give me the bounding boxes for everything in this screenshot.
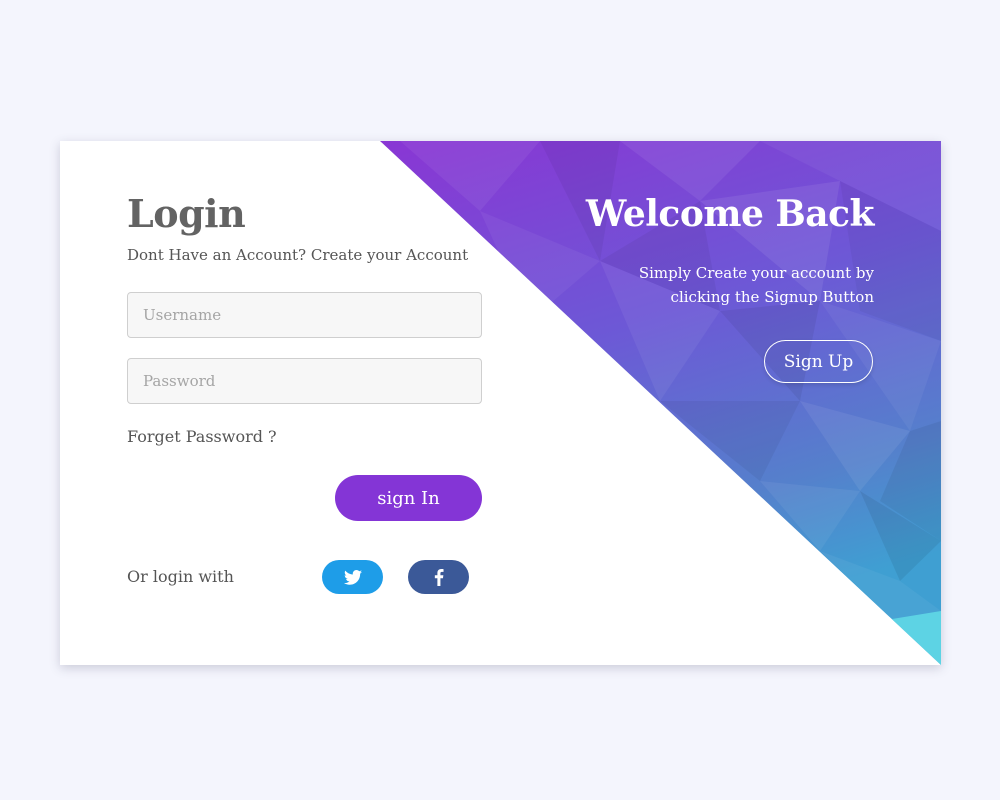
sign-up-button[interactable]: Sign Up <box>764 340 873 383</box>
login-title: Login <box>127 191 246 236</box>
twitter-login-button[interactable] <box>322 560 383 594</box>
login-card: Login Dont Have an Account? Create your … <box>60 141 941 665</box>
sign-in-button[interactable]: sign In <box>335 475 482 521</box>
facebook-icon <box>434 568 444 586</box>
create-account-text[interactable]: Dont Have an Account? Create your Accoun… <box>127 245 468 265</box>
twitter-icon <box>343 569 362 585</box>
username-input[interactable] <box>127 292 482 338</box>
welcome-text: Simply Create your account by clicking t… <box>638 264 874 306</box>
facebook-login-button[interactable] <box>408 560 469 594</box>
password-input[interactable] <box>127 358 482 404</box>
or-login-with-label: Or login with <box>127 567 234 586</box>
forget-password-link[interactable]: Forget Password ? <box>127 425 277 449</box>
welcome-title: Welcome Back <box>585 193 875 235</box>
